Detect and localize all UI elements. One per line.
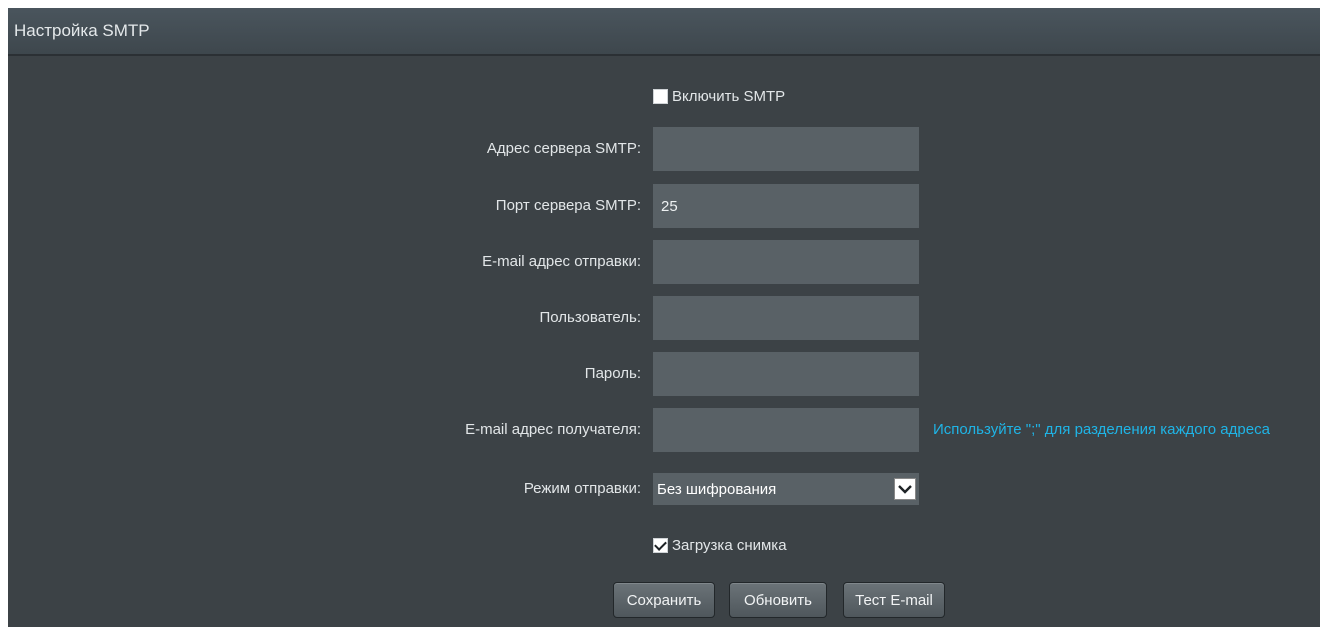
recipient-email-input[interactable] — [653, 408, 919, 452]
recipient-email-label: E-mail адрес получателя: — [465, 421, 641, 438]
server-port-row: Порт сервера SMTP: — [8, 184, 1320, 228]
server-address-input[interactable] — [653, 127, 919, 171]
send-mode-row: Режим отправки: Без шифрования — [8, 473, 1320, 517]
smtp-settings-panel: Настройка SMTP Включить SMTP Адрес серве… — [8, 8, 1320, 627]
sender-email-input[interactable] — [653, 240, 919, 284]
panel-title: Настройка SMTP — [14, 21, 150, 40]
refresh-button[interactable]: Обновить — [729, 582, 827, 618]
save-button[interactable]: Сохранить — [613, 582, 715, 618]
user-row: Пользователь: — [8, 296, 1320, 340]
user-label: Пользователь: — [539, 309, 641, 326]
panel-header: Настройка SMTP — [8, 8, 1320, 56]
test-email-button[interactable]: Тест E-mail — [843, 582, 945, 618]
recipient-email-hint: Используйте ";" для разделения каждого а… — [933, 421, 1270, 438]
enable-smtp-label: Включить SMTP — [672, 87, 786, 105]
send-mode-value: Без шифрования — [657, 480, 777, 498]
chevron-down-glyph — [898, 485, 912, 494]
sender-email-row: E-mail адрес отправки: — [8, 240, 1320, 284]
enable-smtp-row[interactable]: Включить SMTP — [653, 84, 785, 108]
server-port-input[interactable] — [653, 184, 919, 228]
action-buttons-row: Сохранить Обновить Тест E-mail — [8, 582, 1320, 626]
user-input[interactable] — [653, 296, 919, 340]
send-mode-select[interactable]: Без шифрования — [653, 473, 919, 505]
upload-snapshot-label: Загрузка снимка — [672, 536, 787, 554]
recipient-email-row: E-mail адрес получателя: Используйте ";"… — [8, 408, 1320, 452]
sender-email-label: E-mail адрес отправки: — [482, 253, 641, 270]
password-input[interactable] — [653, 352, 919, 396]
password-row: Пароль: — [8, 352, 1320, 396]
server-address-row: Адрес сервера SMTP: — [8, 127, 1320, 171]
password-label: Пароль: — [584, 365, 641, 382]
upload-snapshot-checkbox[interactable] — [653, 537, 668, 553]
send-mode-label: Режим отправки: — [523, 480, 641, 497]
chevron-down-icon[interactable] — [894, 478, 916, 500]
server-port-label: Порт сервера SMTP: — [495, 197, 641, 214]
enable-smtp-checkbox[interactable] — [653, 88, 668, 104]
server-address-label: Адрес сервера SMTP: — [486, 140, 641, 157]
upload-snapshot-row[interactable]: Загрузка снимка — [653, 533, 787, 557]
